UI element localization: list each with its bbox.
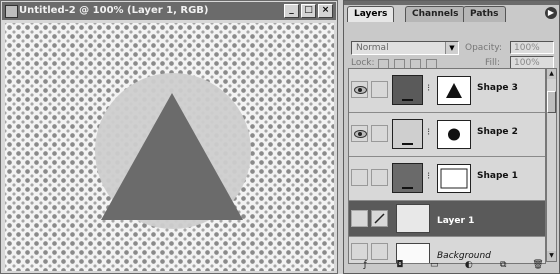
document-window: Untitled-2 @ 100% (Layer 1, RGB) _ □ ×	[0, 0, 338, 274]
opacity-field[interactable]: 100%	[510, 41, 554, 54]
palette-menu-arrow-icon[interactable]: ▶	[545, 7, 557, 19]
add-mask-icon[interactable]: ◘	[394, 260, 405, 270]
eye-icon	[354, 86, 367, 94]
layer-name: Shape 3	[477, 83, 518, 93]
blend-mode-select[interactable]: Normal ▼	[351, 41, 459, 55]
layer-row-layer-1[interactable]: Layer 1	[349, 201, 545, 237]
lock-label: Lock:	[351, 58, 375, 68]
scroll-thumb[interactable]	[547, 91, 556, 113]
visibility-toggle[interactable]	[351, 125, 368, 142]
link-toggle[interactable]	[371, 125, 388, 142]
link-toggle[interactable]	[371, 169, 388, 186]
new-layer-icon[interactable]: ⧉	[498, 260, 509, 270]
visibility-toggle[interactable]	[351, 243, 368, 260]
vector-mask-thumbnail	[437, 120, 471, 149]
layer-name: Shape 1	[477, 171, 518, 181]
close-button[interactable]: ×	[318, 4, 333, 18]
eye-icon	[354, 130, 367, 138]
layer-row-shape-1[interactable]: ⁝ Shape 1	[349, 157, 545, 201]
vector-mask-thumbnail	[437, 164, 471, 193]
layer-thumbnail	[392, 75, 423, 105]
fill-label: Fill:	[485, 58, 501, 68]
layer-row-shape-3[interactable]: ⁝ Shape 3	[349, 69, 545, 113]
link-toggle[interactable]	[371, 243, 388, 260]
maximize-button[interactable]: □	[301, 4, 316, 18]
opacity-label: Opacity:	[465, 43, 502, 53]
document-titlebar[interactable]: Untitled-2 @ 100% (Layer 1, RGB) _ □ ×	[2, 2, 336, 20]
layer-thumbnail	[396, 204, 430, 233]
layers-list: ⁝ Shape 3 ⁝ Shape 2 ⁝ Shape 1 Layer 1 Ba…	[348, 68, 546, 264]
paintbrush-icon	[374, 213, 385, 224]
photoshop-app-icon[interactable]	[5, 5, 18, 18]
chain-link-icon: ⁝	[427, 127, 431, 138]
document-canvas[interactable]	[5, 23, 334, 271]
chain-link-icon: ⁝	[427, 83, 431, 94]
layer-thumbnail	[392, 163, 423, 193]
visibility-toggle[interactable]	[351, 210, 368, 227]
new-set-icon[interactable]: ▭	[429, 260, 440, 270]
canvas-artwork	[95, 73, 251, 229]
blend-mode-value: Normal	[356, 43, 389, 53]
visibility-toggle[interactable]	[351, 81, 368, 98]
document-title: Untitled-2 @ 100% (Layer 1, RGB)	[19, 5, 209, 16]
layer-name: Shape 2	[477, 127, 518, 137]
visibility-toggle[interactable]	[351, 169, 368, 186]
layers-scrollbar[interactable]: ▲ ▼	[546, 68, 557, 262]
blend-opacity-row: Normal ▼ Opacity: 100%	[348, 41, 555, 57]
link-toggle[interactable]	[371, 81, 388, 98]
tab-paths[interactable]: Paths	[463, 6, 506, 22]
layer-style-icon[interactable]: ƒ	[360, 260, 371, 270]
minimize-button[interactable]: _	[284, 4, 299, 18]
layer-name: Layer 1	[437, 216, 475, 226]
chain-link-icon: ⁝	[427, 171, 431, 182]
layers-palette: Layers Channels Paths ▶ Normal ▼ Opacity…	[343, 0, 560, 274]
layer-row-shape-2[interactable]: ⁝ Shape 2	[349, 113, 545, 157]
window-controls: _ □ ×	[284, 4, 333, 18]
scroll-up-icon[interactable]: ▲	[547, 69, 556, 79]
layer-thumbnail	[392, 119, 423, 149]
adjustment-layer-icon[interactable]: ◐	[463, 260, 474, 270]
palette-bottom-bar: ƒ ◘ ▭ ◐ ⧉ 🗑	[348, 259, 555, 271]
paintbrush-toggle[interactable]	[371, 210, 388, 227]
tab-layers[interactable]: Layers	[347, 6, 395, 22]
palette-titlebar[interactable]	[344, 1, 559, 5]
vector-mask-thumbnail	[437, 76, 471, 105]
tab-channels[interactable]: Channels	[405, 6, 466, 22]
chevron-down-icon: ▼	[445, 42, 458, 54]
trash-icon[interactable]: 🗑	[532, 260, 543, 270]
palette-tabs: Layers Channels Paths	[347, 6, 543, 22]
